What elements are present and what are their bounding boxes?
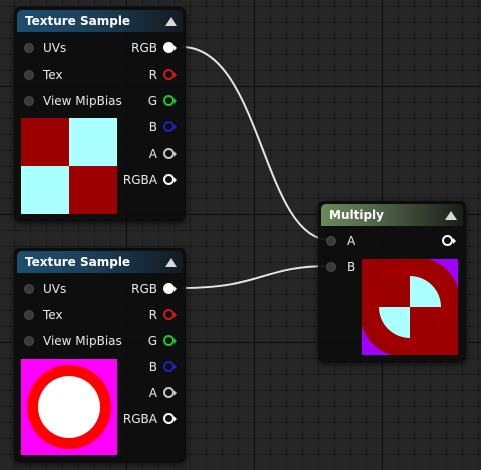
input-pin-icon[interactable] [326, 262, 336, 272]
input-label: A [347, 234, 356, 248]
input-label: View MipBias [43, 94, 122, 108]
output-label: G [147, 334, 157, 348]
node-title: Multiply [329, 208, 384, 222]
input-row-tex[interactable]: Tex [23, 307, 103, 323]
input-pin-icon[interactable] [24, 310, 34, 320]
checker-texture-preview [21, 118, 117, 214]
output-row-g[interactable]: G [115, 333, 177, 349]
input-pin-icon[interactable] [24, 336, 34, 346]
output-pin-b-icon[interactable] [163, 121, 177, 132]
output-label: R [148, 308, 157, 322]
output-row-g[interactable]: G [115, 93, 177, 109]
collapse-arrow-icon[interactable] [165, 17, 177, 26]
output-pin-b-icon[interactable] [163, 361, 177, 372]
output-label: RGB [131, 282, 157, 296]
output-label: RGBA [122, 173, 157, 187]
multiply-result-preview [362, 259, 458, 355]
output-row-rgba[interactable]: RGBA [115, 411, 177, 427]
material-graph-canvas[interactable]: Texture Sample UVs Tex View MipBias RGB … [0, 0, 481, 470]
input-label: View MipBias [43, 334, 122, 348]
output-pin-rgb-icon[interactable] [163, 42, 177, 53]
output-row-a[interactable]: A [115, 385, 177, 401]
node-header[interactable]: Multiply [321, 204, 463, 226]
output-label: R [148, 68, 157, 82]
output-row-b[interactable]: B [115, 119, 177, 135]
output-label: B [148, 360, 157, 374]
output-pin-a-icon[interactable] [163, 148, 177, 159]
input-row-uvs[interactable]: UVs [23, 40, 103, 56]
input-label: Tex [43, 308, 63, 322]
output-row-a[interactable]: A [115, 146, 177, 162]
output-pin-r-icon[interactable] [163, 309, 177, 320]
multiply-node[interactable]: Multiply A B [318, 201, 466, 362]
node-title: Texture Sample [25, 14, 131, 28]
output-row-b[interactable]: B [115, 359, 177, 375]
output-pin-rgb-icon[interactable] [163, 283, 177, 294]
output-label: A [148, 147, 157, 161]
output-pin-r-icon[interactable] [163, 69, 177, 80]
node-title: Texture Sample [25, 255, 131, 269]
input-pin-icon[interactable] [24, 96, 34, 106]
texture-sample-node-2[interactable]: Texture Sample UVs Tex View MipBias RGB … [14, 248, 186, 462]
wire-rgb-to-b[interactable] [181, 265, 331, 289]
input-row-uvs[interactable]: UVs [23, 281, 103, 297]
output-pin-icon[interactable] [442, 235, 456, 246]
output-pin-rgba-icon[interactable] [163, 413, 177, 424]
wire-rgb-to-a[interactable] [181, 46, 331, 241]
output-pin-g-icon[interactable] [163, 335, 177, 346]
output-pin-rgba-icon[interactable] [163, 174, 177, 185]
input-pin-icon[interactable] [24, 43, 34, 53]
output-label: RGBA [122, 412, 157, 426]
input-label: UVs [43, 41, 67, 55]
output-label: A [148, 386, 157, 400]
output-label: RGB [131, 41, 157, 55]
circle-texture-preview [21, 359, 117, 455]
output-row-rgb[interactable]: RGB [115, 281, 177, 297]
collapse-arrow-icon[interactable] [445, 211, 457, 220]
input-row-tex[interactable]: Tex [23, 67, 103, 83]
output-row-r[interactable]: R [115, 67, 177, 83]
input-label: UVs [43, 282, 67, 296]
output-pin-g-icon[interactable] [163, 95, 177, 106]
output-row-r[interactable]: R [115, 307, 177, 323]
output-row-rgba[interactable]: RGBA [115, 172, 177, 188]
node-header[interactable]: Texture Sample [17, 10, 183, 32]
output-label: G [147, 94, 157, 108]
output-pin-a-icon[interactable] [163, 387, 177, 398]
input-label: Tex [43, 68, 63, 82]
input-pin-icon[interactable] [326, 236, 336, 246]
input-label: B [347, 260, 356, 274]
output-row-rgb[interactable]: RGB [115, 40, 177, 56]
texture-sample-node-1[interactable]: Texture Sample UVs Tex View MipBias RGB … [14, 7, 186, 221]
input-row-a[interactable]: A [325, 233, 375, 249]
input-pin-icon[interactable] [24, 284, 34, 294]
input-pin-icon[interactable] [24, 70, 34, 80]
collapse-arrow-icon[interactable] [165, 258, 177, 267]
output-label: B [148, 120, 157, 134]
node-header[interactable]: Texture Sample [17, 251, 183, 273]
